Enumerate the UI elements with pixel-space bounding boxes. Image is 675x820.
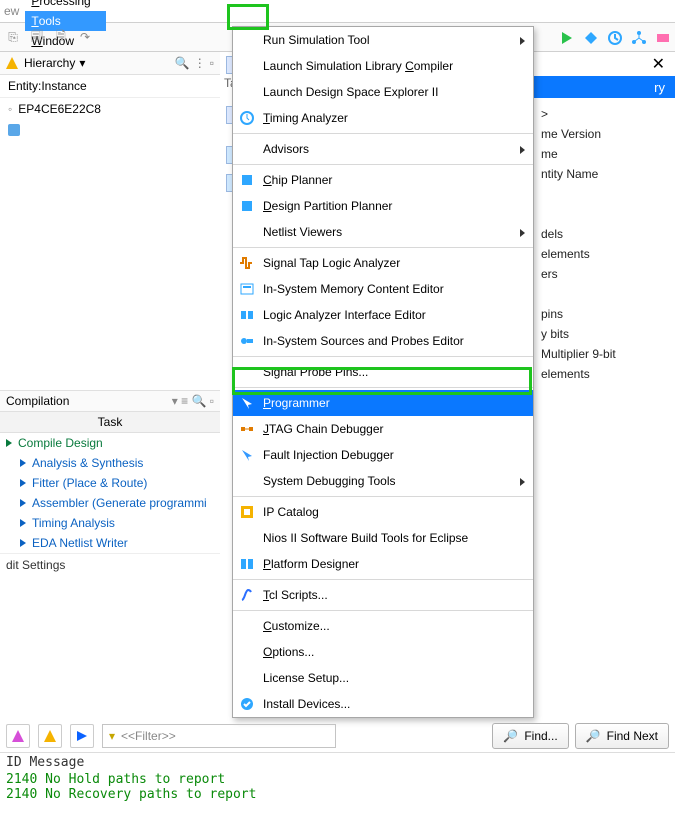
- menu-item-timing-analyzer[interactable]: Timing Analyzer: [233, 105, 533, 131]
- entity-header: Entity:Instance: [0, 75, 220, 98]
- funnel-icon: ▾: [109, 729, 115, 743]
- menu-item-in-system-memory-content-editor[interactable]: In-System Memory Content Editor: [233, 276, 533, 302]
- plat-icon: [239, 556, 255, 572]
- menu-item-platform-designer[interactable]: Platform Designer: [233, 551, 533, 577]
- menubar-cut-text: ew: [4, 4, 19, 18]
- task-item[interactable]: EDA Netlist Writer: [0, 533, 220, 553]
- menu-item-in-system-sources-and-probes-editor[interactable]: In-System Sources and Probes Editor: [233, 328, 533, 354]
- task-item[interactable]: Compile Design: [0, 433, 220, 453]
- menu-item-system-debugging-tools[interactable]: System Debugging Tools: [233, 468, 533, 494]
- menu-item-advisors[interactable]: Advisors: [233, 136, 533, 162]
- find-button[interactable]: 🔎Find...: [492, 723, 568, 749]
- menu-item-options[interactable]: Options...: [233, 639, 533, 665]
- task-item[interactable]: Assembler (Generate programmi: [0, 493, 220, 513]
- find-next-button[interactable]: 🔎Find Next: [575, 723, 669, 749]
- menu-item-jtag-chain-debugger[interactable]: JTAG Chain Debugger: [233, 416, 533, 442]
- menu-item-launch-design-space-explorer-ii[interactable]: Launch Design Space Explorer II: [233, 79, 533, 105]
- menu-item-programmer[interactable]: Programmer: [233, 390, 533, 416]
- toolbar-button[interactable]: ⎘: [4, 28, 22, 46]
- panel-buttons[interactable]: ▾ ≡ 🔍 ▫: [172, 394, 214, 408]
- menu-item-tcl-scripts[interactable]: Tcl Scripts...: [233, 582, 533, 608]
- toolbar-button[interactable]: 🗎: [52, 28, 70, 46]
- summary-header: ry: [531, 76, 675, 98]
- tasks-header: Task: [0, 412, 220, 433]
- hierarchy-icon: [6, 57, 18, 69]
- search-icon[interactable]: 🔍: [175, 56, 190, 70]
- tcl-icon: [239, 587, 255, 603]
- menu-item-launch-simulation-library-compiler[interactable]: Launch Simulation Library Compiler: [233, 53, 533, 79]
- toolbar-button[interactable]: ↷: [76, 28, 94, 46]
- menu-processing[interactable]: Processing: [25, 0, 106, 11]
- install-icon: [239, 696, 255, 712]
- binoculars-icon: 🔎: [586, 729, 601, 743]
- menu-item-signal-tap-logic-analyzer[interactable]: Signal Tap Logic Analyzer: [233, 250, 533, 276]
- edit-settings[interactable]: dit Settings: [0, 553, 220, 576]
- compile-icon[interactable]: [559, 30, 575, 46]
- mem-icon: [239, 281, 255, 297]
- close-tab[interactable]: ✕: [531, 52, 675, 76]
- device-row[interactable]: ◦ EP4CE6E22C8: [0, 98, 220, 120]
- toolbar-right-icons: [559, 30, 671, 46]
- messages-header: ID Message: [0, 753, 675, 772]
- menu-item-signal-probe-pins[interactable]: Signal Probe Pins...: [233, 359, 533, 385]
- binoculars-icon: 🔎: [503, 729, 518, 743]
- task-item[interactable]: Analysis & Synthesis: [0, 453, 220, 473]
- jtag-icon: [239, 421, 255, 437]
- filter-warn-icon[interactable]: [38, 724, 62, 748]
- fault-icon: [239, 447, 255, 463]
- menu-item-run-simulation-tool[interactable]: Run Simulation Tool: [233, 27, 533, 53]
- message-line: 2140 No Recovery paths to report: [0, 787, 675, 802]
- menu-item-logic-analyzer-interface-editor[interactable]: Logic Analyzer Interface Editor: [233, 302, 533, 328]
- hierarchy-header: Hierarchy ▾ 🔍 ⋮ ▫: [0, 52, 220, 75]
- compilation-header: Compilation ▾ ≡ 🔍 ▫: [0, 390, 220, 412]
- tree-icon[interactable]: [631, 30, 647, 46]
- entity-node[interactable]: [0, 120, 220, 140]
- chip-icon: [239, 198, 255, 214]
- clock-icon[interactable]: [607, 30, 623, 46]
- filter-info-icon[interactable]: [70, 724, 94, 748]
- panel-menu-icon[interactable]: ⋮: [194, 56, 206, 70]
- collapse-icon[interactable]: ▫: [210, 56, 214, 70]
- menu-item-ip-catalog[interactable]: IP Catalog: [233, 499, 533, 525]
- left-pane: Hierarchy ▾ 🔍 ⋮ ▫ Entity:Instance ◦ EP4C…: [0, 52, 220, 576]
- menubar: ew ProjectAssignmentsProcessingToolsWind…: [0, 0, 675, 23]
- pin-icon[interactable]: [655, 30, 671, 46]
- task-item[interactable]: Fitter (Place & Route): [0, 473, 220, 493]
- toolbar-button[interactable]: 🗐: [28, 28, 46, 46]
- prog-icon: [239, 395, 255, 411]
- message-line: 2140 No Hold paths to report: [0, 772, 675, 787]
- menu-item-nios-ii-software-build-tools-for-eclipse[interactable]: Nios II Software Build Tools for Eclipse: [233, 525, 533, 551]
- filter-input[interactable]: ▾<<Filter>>: [102, 724, 336, 748]
- probe-icon: [239, 333, 255, 349]
- hierarchy-label: Hierarchy: [24, 56, 75, 70]
- menu-item-design-partition-planner[interactable]: Design Partition Planner: [233, 193, 533, 219]
- ip-icon: [239, 504, 255, 520]
- logic-icon: [239, 307, 255, 323]
- menu-item-chip-planner[interactable]: Chip Planner: [233, 167, 533, 193]
- wave-icon: [239, 255, 255, 271]
- clock-icon: [239, 110, 255, 126]
- tools-menu: Run Simulation ToolLaunch Simulation Lib…: [232, 26, 534, 718]
- menu-item-license-setup[interactable]: License Setup...: [233, 665, 533, 691]
- menu-item-customize[interactable]: Customize...: [233, 613, 533, 639]
- right-pane: ✕ ry >me Versionmentity Name delselement…: [530, 52, 675, 390]
- summary-values: >me Versionmentity Name delselementsers …: [531, 98, 675, 390]
- messages-pane: ▾<<Filter>> 🔎Find... 🔎Find Next ID Messa…: [0, 720, 675, 802]
- stop-icon[interactable]: [583, 30, 599, 46]
- task-item[interactable]: Timing Analysis: [0, 513, 220, 533]
- chip-icon: [239, 172, 255, 188]
- menu-item-install-devices[interactable]: Install Devices...: [233, 691, 533, 717]
- menu-item-netlist-viewers[interactable]: Netlist Viewers: [233, 219, 533, 245]
- filter-error-icon[interactable]: [6, 724, 30, 748]
- menu-item-fault-injection-debugger[interactable]: Fault Injection Debugger: [233, 442, 533, 468]
